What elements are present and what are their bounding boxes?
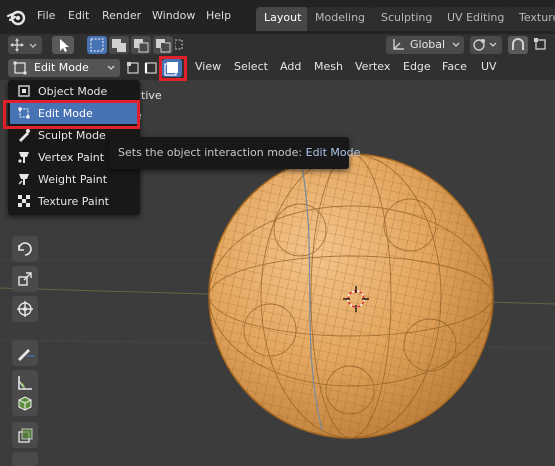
annotate-tool-icon[interactable] [12,340,38,366]
vertex-paint-icon [16,149,32,165]
tab-texture[interactable]: Texture [511,7,555,31]
transform-tool-icon[interactable] [12,296,38,322]
annotation-highlight-edit-mode [3,100,140,129]
menu-file[interactable]: File [37,9,55,22]
menu-window[interactable]: Window [152,9,195,22]
tooltip-value: Edit Mode [305,146,361,159]
blender-logo-icon[interactable] [6,6,28,28]
menu-face[interactable]: Face [442,60,467,73]
menu-mesh[interactable]: Mesh [314,60,343,73]
mode-tooltip: Sets the object interaction mode: Edit M… [109,137,360,169]
dropdown-item-label: Sculpt Mode [38,128,106,142]
tab-modeling[interactable]: Modeling [307,7,374,31]
tab-layout[interactable]: Layout [256,7,310,31]
tool-settings-header: Global [0,34,555,56]
menu-uv[interactable]: UV [481,60,497,73]
dropdown-item-weight-paint[interactable]: Weight Paint [10,168,138,190]
viewport-header: Edit Mode View Select Add Mesh Vertex Ed… [0,56,555,80]
menu-edit[interactable]: Edit [68,9,89,22]
menu-help[interactable]: Help [206,9,231,22]
sculpt-mode-icon [16,127,32,143]
object-mode-icon [16,83,32,99]
menu-render[interactable]: Render [102,9,141,22]
dropdown-item-label: Vertex Paint [38,150,105,164]
chevron-down-icon [107,65,115,70]
edge-select-icon[interactable] [144,59,158,77]
edit-mode-icon [13,61,27,75]
menu-add[interactable]: Add [280,60,301,73]
select-extend-icon[interactable] [109,36,129,54]
sphere-mesh[interactable] [200,150,510,450]
scale-tool-icon[interactable] [12,266,38,292]
mode-value: Edit Mode [34,61,89,74]
annotation-highlight-face-select [159,56,187,81]
menu-edge[interactable]: Edge [403,60,431,73]
dropdown-item-texture-paint[interactable]: Texture Paint [10,190,138,212]
tab-uv-editing[interactable]: UV Editing [439,7,513,31]
vertex-select-icon[interactable] [124,59,142,77]
tooltip-text: Sets the object interaction mode: [118,146,303,159]
snap-toggle-icon[interactable] [508,36,528,54]
rotate-tool-icon[interactable] [12,236,38,262]
dropdown-item-label: Object Mode [38,84,108,98]
tab-sculpting[interactable]: Sculpting [373,7,441,31]
dropdown-item-label: Texture Paint [38,194,109,208]
mode-selector-dropdown[interactable]: Edit Mode [8,59,120,77]
menu-select[interactable]: Select [234,60,268,73]
select-subtract-icon[interactable] [131,36,151,54]
transform-orientation-dropdown[interactable]: Global [386,36,464,54]
menu-vertex[interactable]: Vertex [355,60,390,73]
menu-view[interactable]: View [195,60,221,73]
top-menu-bar: File Edit Render Window Help Layout Mode… [0,0,555,34]
extrude-tool-icon[interactable] [12,422,38,448]
select-new-icon[interactable] [87,36,107,54]
add-cube-tool-icon[interactable] [12,390,38,416]
transform-pivot-button[interactable] [8,36,42,54]
dropdown-item-object-mode[interactable]: Object Mode [10,80,138,102]
pivot-point-dropdown[interactable] [470,36,502,54]
select-tool-icon[interactable] [52,36,74,54]
weight-paint-icon [16,171,32,187]
select-intersect-icon[interactable] [174,36,183,54]
orientation-value: Global [410,38,446,51]
chevron-down-icon [452,42,460,47]
snap-target-icon[interactable] [532,36,555,54]
texture-paint-icon [16,193,32,209]
select-invert-icon[interactable] [153,36,173,54]
inset-tool-icon[interactable] [12,452,38,466]
dropdown-item-label: Weight Paint [38,172,108,186]
